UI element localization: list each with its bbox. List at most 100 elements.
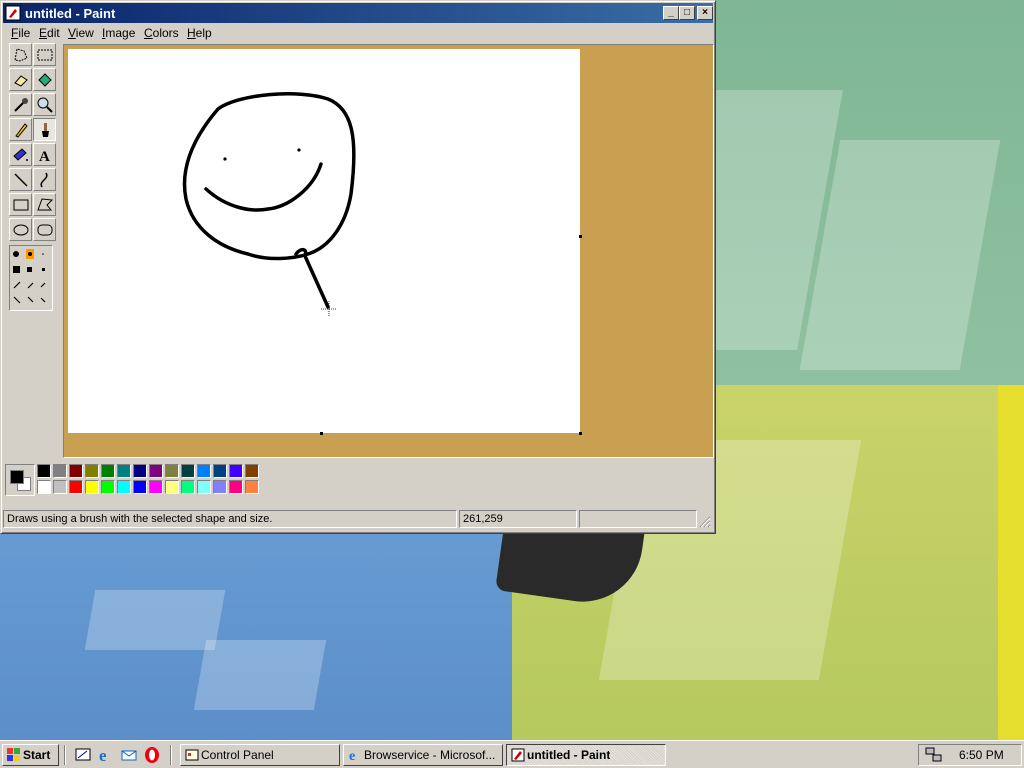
wallpaper-tile bbox=[193, 640, 327, 710]
task-paint[interactable]: untitled - Paint bbox=[506, 744, 666, 766]
resize-handle-bottom[interactable] bbox=[320, 432, 323, 435]
palette-swatch[interactable] bbox=[101, 480, 115, 494]
pick-color-icon bbox=[14, 98, 28, 112]
tool-curve[interactable] bbox=[33, 168, 56, 191]
status-bar: Draws using a brush with the selected sh… bbox=[3, 510, 713, 530]
palette-swatch[interactable] bbox=[37, 464, 51, 478]
palette-swatch[interactable] bbox=[85, 480, 99, 494]
palette-swatch[interactable] bbox=[133, 480, 147, 494]
taskbar-separator bbox=[64, 745, 66, 765]
tool-select[interactable] bbox=[33, 43, 56, 66]
palette-swatch[interactable] bbox=[165, 480, 179, 494]
palette-swatch[interactable] bbox=[117, 480, 131, 494]
paint-window[interactable]: untitled - Paint _ □ × File Edit View Im… bbox=[0, 0, 716, 534]
text-icon: A bbox=[39, 149, 50, 164]
maximize-icon: □ bbox=[683, 7, 691, 18]
opera-icon[interactable] bbox=[143, 746, 161, 764]
palette-swatch[interactable] bbox=[213, 480, 227, 494]
line-icon bbox=[14, 173, 28, 187]
tool-ellipse[interactable] bbox=[9, 218, 32, 241]
start-button[interactable]: Start bbox=[2, 744, 59, 766]
current-colors[interactable] bbox=[5, 464, 35, 496]
status-coordinates: 261,259 bbox=[459, 510, 577, 528]
palette-swatch[interactable] bbox=[133, 464, 147, 478]
minimize-button[interactable]: _ bbox=[663, 6, 679, 20]
tool-rectangle[interactable] bbox=[9, 193, 32, 216]
task-control-panel[interactable]: Control Panel bbox=[180, 744, 340, 766]
tool-eraser[interactable] bbox=[9, 68, 32, 91]
tool-free-form-select[interactable] bbox=[9, 43, 32, 66]
start-label: Start bbox=[23, 748, 51, 762]
fill-icon bbox=[38, 73, 52, 87]
internet-explorer-icon[interactable]: e bbox=[97, 746, 115, 764]
crosshair-cursor bbox=[321, 301, 337, 317]
drawing-canvas[interactable] bbox=[68, 49, 580, 433]
menu-view[interactable]: View bbox=[68, 26, 94, 40]
palette-swatch[interactable] bbox=[229, 480, 243, 494]
resize-handle-right[interactable] bbox=[579, 235, 582, 238]
taskbar: Start e Control Panel e Browservice - Mi… bbox=[0, 740, 1024, 768]
palette-swatch[interactable] bbox=[37, 480, 51, 494]
palette-swatch[interactable] bbox=[53, 480, 67, 494]
tool-fill[interactable] bbox=[33, 68, 56, 91]
menu-bar: File Edit View Image Colors Help bbox=[3, 23, 713, 43]
internet-explorer-icon: e bbox=[349, 749, 355, 762]
close-button[interactable]: × bbox=[697, 6, 713, 20]
brush-shape-options[interactable] bbox=[10, 246, 52, 310]
tool-options[interactable] bbox=[9, 245, 53, 311]
tool-brush[interactable] bbox=[33, 118, 56, 141]
palette-swatch[interactable] bbox=[245, 480, 259, 494]
windows-logo-icon bbox=[7, 748, 20, 761]
maximize-button[interactable]: □ bbox=[679, 6, 695, 20]
menu-image[interactable]: Image bbox=[102, 26, 135, 40]
menu-help[interactable]: Help bbox=[187, 26, 212, 40]
outlook-express-icon[interactable] bbox=[120, 746, 138, 764]
palette-swatch[interactable] bbox=[181, 480, 195, 494]
palette-swatch[interactable] bbox=[165, 464, 179, 478]
palette-swatch[interactable] bbox=[149, 464, 163, 478]
show-desktop-icon[interactable] bbox=[74, 746, 92, 764]
palette-swatch[interactable] bbox=[149, 480, 163, 494]
resize-handle-corner[interactable] bbox=[579, 432, 582, 435]
tool-rounded-rectangle[interactable] bbox=[33, 218, 56, 241]
network-icon[interactable] bbox=[925, 747, 943, 763]
tool-magnifier[interactable] bbox=[33, 93, 56, 116]
ellipse-icon bbox=[13, 224, 29, 236]
foreground-color[interactable] bbox=[10, 470, 24, 484]
tool-pencil[interactable] bbox=[9, 118, 32, 141]
tool-airbrush[interactable] bbox=[9, 143, 32, 166]
title-bar[interactable]: untitled - Paint _ □ × bbox=[3, 3, 713, 23]
tool-polygon[interactable] bbox=[33, 193, 56, 216]
rounded-rectangle-icon bbox=[37, 224, 53, 236]
palette-swatch[interactable] bbox=[101, 464, 115, 478]
control-panel-icon bbox=[185, 749, 199, 761]
text-tool-glyph: A bbox=[39, 149, 50, 164]
tool-pick-color[interactable] bbox=[9, 93, 32, 116]
airbrush-icon bbox=[13, 148, 28, 161]
menu-file[interactable]: File bbox=[11, 26, 30, 40]
drawing bbox=[182, 92, 356, 317]
palette-swatch[interactable] bbox=[229, 464, 243, 478]
tool-text[interactable]: A bbox=[33, 143, 56, 166]
palette-swatch[interactable] bbox=[245, 464, 259, 478]
size-grip-icon[interactable] bbox=[699, 516, 711, 528]
palette-swatch[interactable] bbox=[181, 464, 195, 478]
task-browservice[interactable]: e Browservice - Microsof... bbox=[343, 744, 503, 766]
palette-swatch[interactable] bbox=[213, 464, 227, 478]
tool-line[interactable] bbox=[9, 168, 32, 191]
canvas-workspace[interactable] bbox=[63, 44, 714, 458]
brush-icon bbox=[42, 123, 49, 137]
palette-swatch[interactable] bbox=[85, 464, 99, 478]
palette-swatch[interactable] bbox=[53, 464, 67, 478]
taskbar-separator bbox=[170, 745, 172, 765]
free-form-select-icon bbox=[14, 48, 28, 62]
palette-swatch[interactable] bbox=[117, 464, 131, 478]
menu-edit[interactable]: Edit bbox=[39, 26, 60, 40]
menu-colors[interactable]: Colors bbox=[144, 26, 179, 40]
palette-swatch[interactable] bbox=[197, 480, 211, 494]
palette-swatch[interactable] bbox=[197, 464, 211, 478]
palette-swatch[interactable] bbox=[69, 464, 83, 478]
clock[interactable]: 6:50 PM bbox=[959, 748, 1004, 762]
polygon-icon bbox=[37, 198, 54, 211]
palette-swatch[interactable] bbox=[69, 480, 83, 494]
